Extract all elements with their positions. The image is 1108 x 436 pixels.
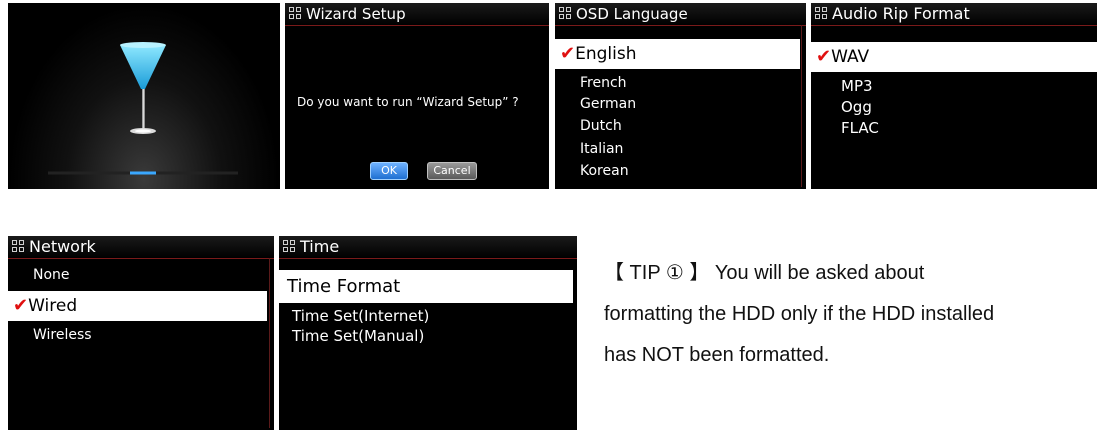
checkmark-icon: ✔	[13, 295, 29, 316]
network-item-label: Wired	[28, 296, 78, 316]
language-item-korean[interactable]: Korean	[555, 161, 806, 182]
wizard-setup-title: Wizard Setup	[306, 5, 406, 23]
language-item-label: German	[580, 96, 637, 112]
language-item-label: English	[575, 44, 637, 64]
network-panel: Network None ✔Wired Wireless	[8, 236, 274, 430]
audio-rip-format-panel: Audio Rip Format ✔WAV MP3 Ogg FLAC	[811, 3, 1097, 189]
wizard-setup-titlebar: Wizard Setup	[285, 3, 549, 26]
network-titlebar: Network	[8, 236, 274, 259]
language-item-label: Dutch	[580, 118, 622, 134]
format-item-mp3[interactable]: MP3	[811, 76, 1097, 97]
time-item-label: Time Set(Internet)	[292, 307, 430, 325]
language-item-italian[interactable]: Italian	[555, 139, 806, 160]
tip-line-1: 【 TIP ① 】 You will be asked about	[604, 262, 925, 284]
language-item-french[interactable]: French	[555, 73, 806, 94]
boot-screen-panel	[8, 3, 280, 189]
time-item-time-format[interactable]: Time Format	[279, 270, 573, 303]
osd-language-panel: OSD Language ✔English French German Dutc…	[555, 3, 806, 189]
format-item-label: FLAC	[841, 119, 879, 137]
cancel-button[interactable]: Cancel	[427, 162, 477, 180]
time-item-label: Time Set(Manual)	[292, 327, 425, 345]
checkmark-icon: ✔	[816, 46, 832, 67]
menu-grid-icon	[289, 7, 302, 20]
format-item-label: Ogg	[841, 98, 872, 116]
language-item-label: Korean	[580, 163, 629, 179]
osd-language-title: OSD Language	[576, 5, 688, 23]
menu-grid-icon	[283, 240, 296, 253]
format-item-ogg[interactable]: Ogg	[811, 97, 1097, 118]
time-item-time-set-manual[interactable]: Time Set(Manual)	[279, 326, 577, 347]
network-item-none[interactable]: None	[8, 265, 274, 286]
menu-grid-icon	[12, 240, 25, 253]
wizard-question: Do you want to run “Wizard Setup” ?	[297, 95, 519, 109]
checkmark-icon: ✔	[560, 43, 576, 64]
time-item-label: Time Format	[287, 276, 401, 297]
osd-language-titlebar: OSD Language	[555, 3, 806, 26]
tip-line-2: formatting the HDD only if the HDD insta…	[604, 303, 995, 325]
cocktail-glass-icon	[48, 42, 238, 175]
tip-line-3: has NOT been formatted.	[604, 344, 830, 366]
time-panel: Time Time Format Time Set(Internet) Time…	[279, 236, 577, 430]
format-item-flac[interactable]: FLAC	[811, 118, 1097, 139]
language-item-german[interactable]: German	[555, 94, 806, 115]
menu-grid-icon	[815, 7, 828, 20]
time-title: Time	[300, 237, 340, 256]
language-item-english[interactable]: ✔English	[555, 39, 800, 69]
network-item-label: Wireless	[33, 327, 92, 343]
menu-grid-icon	[559, 7, 572, 20]
language-item-label: Italian	[580, 141, 624, 157]
network-item-wired[interactable]: ✔Wired	[8, 291, 267, 321]
format-item-wav[interactable]: ✔WAV	[811, 42, 1097, 72]
time-item-time-set-internet[interactable]: Time Set(Internet)	[279, 306, 577, 327]
language-item-dutch[interactable]: Dutch	[555, 116, 806, 137]
audio-rip-format-titlebar: Audio Rip Format	[811, 3, 1097, 26]
format-item-label: MP3	[841, 77, 873, 95]
wizard-setup-panel: Wizard Setup Do you want to run “Wizard …	[285, 3, 549, 189]
audio-rip-format-title: Audio Rip Format	[832, 4, 970, 23]
network-item-label: None	[33, 267, 70, 283]
ok-button[interactable]: OK	[370, 162, 408, 180]
language-item-label: French	[580, 75, 627, 91]
tip-text: 【 TIP ① 】 You will be asked about format…	[604, 253, 1108, 376]
network-title: Network	[29, 237, 96, 256]
format-item-label: WAV	[831, 47, 870, 67]
network-item-wireless[interactable]: Wireless	[8, 325, 274, 346]
time-titlebar: Time	[279, 236, 577, 259]
